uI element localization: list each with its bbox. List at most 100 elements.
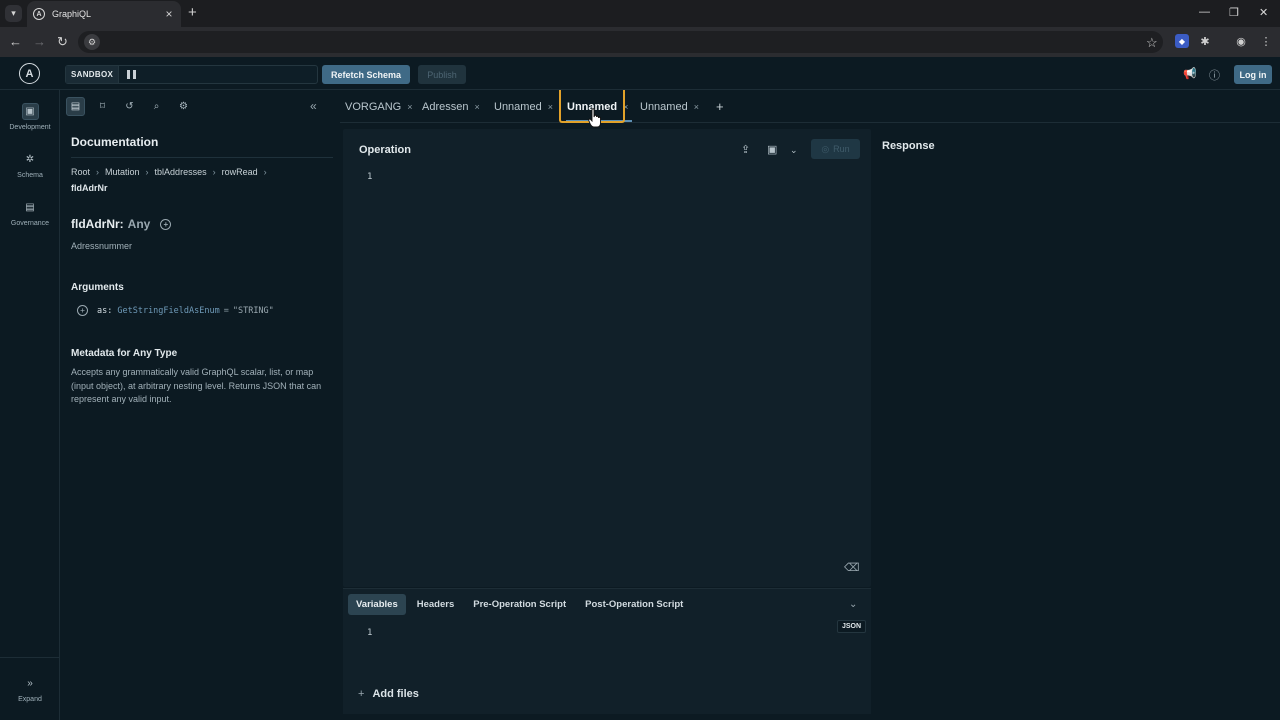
tab-unnamed-1[interactable]: Unnamed × [494,101,553,113]
documentation-panel: ▤ ⌑ ↺ ⌕ ⚙ « Documentation Root › Mutation ›… [60,90,340,720]
rail-label: Development [9,124,51,131]
documentation-icon[interactable]: ▤ [66,97,85,116]
search-icon[interactable]: ⌕ [147,97,166,116]
add-files-button[interactable]: + Add files [358,688,419,700]
window-close-icon[interactable]: ✕ [1259,6,1268,19]
browser-menu-icon[interactable]: ⋮ [1259,34,1273,48]
browser-tab-graphiql[interactable]: A GraphiQL × [27,1,181,27]
restore-icon[interactable]: ❐ [1229,6,1239,19]
prettify-icon[interactable]: ⌫ [844,561,860,574]
metadata-description: Accepts any grammatically valid GraphQL … [71,367,322,404]
run-label: Run [833,144,850,154]
argument-default: "STRING" [232,305,274,316]
tab-headers[interactable]: Headers [409,594,463,615]
divider [71,157,333,158]
rail-expand-button[interactable]: » Expand [0,675,60,703]
field-type[interactable]: Any [128,217,151,231]
breadcrumb-item[interactable]: rowRead [222,167,258,177]
variables-tabs: Variables Headers Pre-Operation Script P… [348,594,694,615]
add-field-icon[interactable]: + [160,218,172,230]
announcement-icon[interactable]: 📢 [1183,67,1197,80]
forward-icon[interactable]: → [33,34,46,49]
tab-label: VORGANG [345,101,402,113]
tab-adressen[interactable]: Adressen × [422,101,480,113]
rail-item-development[interactable]: ▣ Development [0,103,60,131]
profile-icon[interactable]: ◉ [1234,34,1248,48]
chevron-right-icon: › [263,167,267,177]
extensions-puzzle-icon[interactable]: ✱ [1198,34,1212,48]
run-button[interactable]: ◎ Run [811,139,860,159]
breadcrumb-item[interactable]: tblAddresses [155,167,207,177]
collapse-variables-icon[interactable]: ⌄ [849,599,857,610]
operation-title: Operation [359,144,411,156]
argument-equals: = [223,305,229,316]
argument-type[interactable]: GetStringFieldAsEnum [117,306,219,316]
browser-tabstrip: ▾ A GraphiQL × + ― ❐ ✕ [0,0,1280,27]
save-icon[interactable]: ▣ [767,143,777,156]
help-icon[interactable]: ⓘ [1209,67,1220,83]
argument-row: + as: GetStringFieldAsEnum = "STRING" [77,305,274,316]
tab-label: Unnamed [494,101,542,113]
settings-icon[interactable]: ⚙ [174,97,193,116]
plus-icon: + [358,688,365,700]
add-tab-button[interactable]: + [716,99,724,114]
variables-panel: Variables Headers Pre-Operation Script P… [343,588,871,714]
tab-label: Adressen [422,101,469,113]
metadata-heading: Metadata for Any Type [71,348,178,359]
tab-pre-operation-script[interactable]: Pre-Operation Script [465,594,574,615]
publish-button[interactable]: Publish [418,65,466,84]
breadcrumb-current: fldAdrNr [71,183,108,193]
rail-label: Schema [17,172,43,179]
json-badge[interactable]: JSON [837,620,867,633]
close-tab-icon[interactable]: × [162,7,176,21]
back-icon[interactable]: ← [9,34,22,49]
reload-icon[interactable]: ↻ [57,34,68,50]
line-number: 1 [367,628,373,638]
refetch-schema-button[interactable]: Refetch Schema [322,65,410,84]
rail-item-governance[interactable]: ▤ Governance [0,199,60,227]
add-files-label: Add files [372,688,419,700]
extension-shield-icon[interactable]: ◆ [1175,34,1189,48]
docs-title: Documentation [71,135,159,149]
left-rail: ▣ Development ✲ Schema ▤ Governance » Ex… [0,90,60,720]
address-bar[interactable]: ⚙ ☆ [78,31,1163,53]
close-icon[interactable]: × [474,102,479,112]
tab-search-dropdown[interactable]: ▾ [5,5,22,22]
chevron-right-icon: › [212,167,216,177]
pause-icon [127,70,137,79]
login-button[interactable]: Log in [1234,65,1272,84]
bookmark-star-icon[interactable]: ☆ [1146,35,1158,51]
collapse-panel-icon[interactable]: « [310,99,317,113]
close-icon[interactable]: × [694,102,699,112]
history-icon[interactable]: ↺ [120,97,139,116]
rail-label: Governance [10,220,50,227]
argument-name: as: [97,305,113,316]
chevron-down-icon[interactable]: ⌄ [790,145,798,156]
tab-label: Unnamed [640,101,688,113]
operation-panel: Operation ⇪ ▣ ⌄ ◎ Run 1 ⌫ [343,129,871,587]
breadcrumb-item[interactable]: Mutation [105,167,140,177]
field-name: fldAdrNr: [71,217,124,231]
add-argument-icon[interactable]: + [77,305,88,316]
app-header: A SANDBOX Refetch Schema Publish 📢 ⓘ Log… [0,57,1280,90]
rail-divider [0,657,60,658]
docs-toolbar: ▤ ⌑ ↺ ⌕ ⚙ [66,97,201,116]
share-icon[interactable]: ⇪ [741,143,750,156]
breadcrumb-item[interactable]: Root [71,167,90,177]
site-settings-icon[interactable]: ⚙ [84,34,100,50]
run-icon: ◎ [821,143,830,154]
tab-unnamed-3[interactable]: Unnamed × [640,101,699,113]
tab-post-operation-script[interactable]: Post-Operation Script [577,594,691,615]
minimize-icon[interactable]: ― [1199,6,1210,18]
close-icon[interactable]: × [407,102,412,112]
bookmark-icon[interactable]: ⌑ [93,97,112,116]
close-icon[interactable]: × [548,102,553,112]
tab-vorgang[interactable]: VORGANG × [345,101,413,113]
rail-item-schema[interactable]: ✲ Schema [0,151,60,179]
new-tab-button[interactable]: + [188,5,197,21]
apollo-logo-icon[interactable]: A [19,63,40,84]
governance-icon: ▤ [25,202,35,213]
line-number: 1 [367,172,373,182]
tab-variables[interactable]: Variables [348,594,406,615]
sandbox-endpoint[interactable]: SANDBOX [65,65,318,84]
